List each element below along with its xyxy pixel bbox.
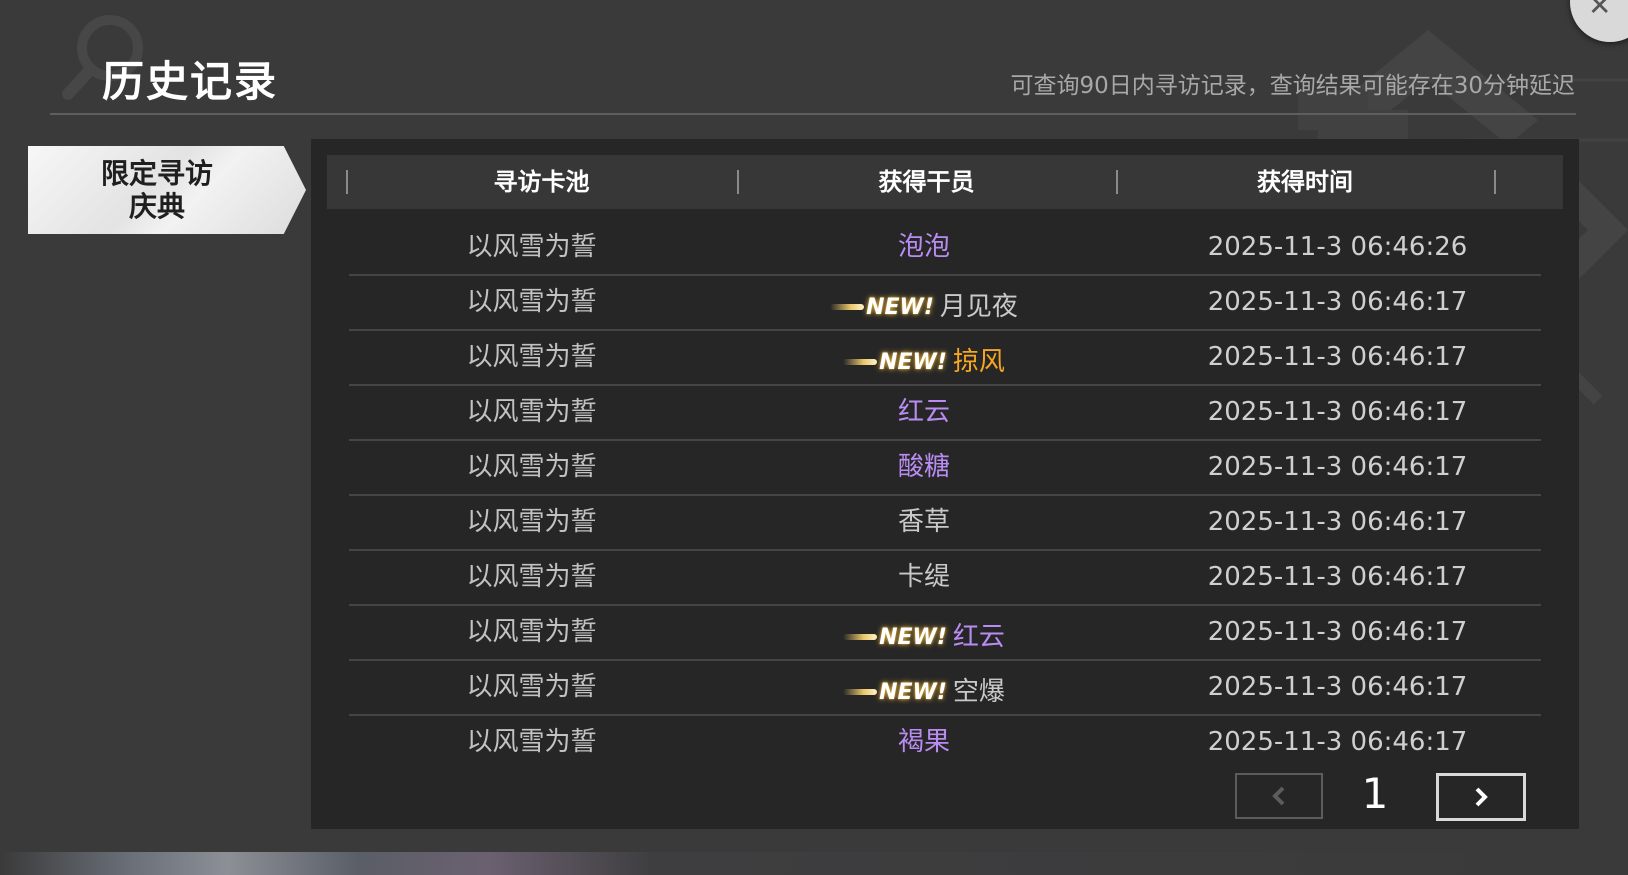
operator-content: 泡泡 [898,221,950,274]
operator-name: 红云 [897,397,950,427]
table-row: 以风雪为誓 NEW! 月见夜 2025-11-3 06:46:17 [349,276,1541,331]
operator-content: 香草 [898,496,950,549]
chevron-right-icon [1475,787,1488,807]
new-badge: NEW! [843,666,947,719]
next-page-button[interactable] [1436,773,1526,821]
pool-cell: 以风雪为誓 [466,617,597,647]
time-cell: 2025-11-3 06:46:17 [1207,507,1468,537]
new-badge-label: NEW! [879,624,947,650]
new-badge: NEW! [830,281,934,334]
operator-cell: 泡泡 [714,221,1134,274]
current-page-number: 1 [1361,769,1389,818]
operator-cell: NEW! 掠风 [714,331,1134,384]
page-title: 历史记录 [102,57,279,106]
operator-content: 红云 [898,386,950,439]
table-row: 以风雪为誓 红云 2025-11-3 06:46:17 [349,386,1541,441]
bottom-background-strip [0,852,1628,875]
new-badge-streak [843,689,878,695]
time-cell: 2025-11-3 06:46:17 [1207,287,1468,317]
pool-cell: 以风雪为誓 [466,507,597,537]
query-notice: 可查询90日内寻访记录，查询结果可能存在30分钟延迟 [1010,73,1575,99]
table-row: 以风雪为誓 卡缇 2025-11-3 06:46:17 [349,551,1541,606]
operator-name: 空爆 [952,676,1005,707]
close-icon: ✕ [1588,0,1612,22]
time-cell: 2025-11-3 06:46:17 [1207,562,1468,592]
pool-cell: 以风雪为誓 [466,287,597,317]
operator-name: 酸糖 [897,452,950,482]
sidebar-tab-label: 限定寻访 庆典 [100,157,213,223]
time-cell: 2025-11-3 06:46:17 [1207,617,1468,647]
pool-cell: 以风雪为誓 [466,562,597,592]
operator-content: NEW! 红云 [843,611,1005,664]
operator-cell: 褐果 [714,716,1134,769]
header-operator: 获得干员 [878,168,975,196]
pool-cell: 以风雪为誓 [466,727,597,757]
header-pool: 寻访卡池 [493,168,590,196]
operator-cell: 红云 [714,386,1134,439]
pool-cell: 以风雪为誓 [466,672,597,702]
pool-cell: 以风雪为誓 [466,452,597,482]
history-table-panel: 寻访卡池 获得干员 获得时间 以风雪为誓 泡泡 2025-11-3 06:46:26… [311,139,1579,829]
new-badge: NEW! [843,336,947,389]
operator-name: 泡泡 [897,232,950,262]
header-time: 获得时间 [1257,168,1353,196]
operator-cell: NEW! 月见夜 [714,276,1134,329]
prev-page-button[interactable] [1235,773,1323,819]
operator-cell: 卡缇 [714,551,1134,604]
operator-name: 红云 [952,621,1005,652]
history-rows: 以风雪为誓 泡泡 2025-11-3 06:46:26 以风雪为誓 NEW! 月见夜 202… [349,221,1541,769]
operator-name: 香草 [897,507,950,537]
operator-name: 月见夜 [939,291,1018,322]
sidebar-tab-limited-banner[interactable]: 限定寻访 庆典 [28,146,306,234]
new-badge-label: NEW! [866,294,934,320]
new-badge-streak [843,359,878,365]
operator-cell: NEW! 空爆 [714,661,1134,714]
new-badge-streak [830,304,865,310]
operator-name: 掠风 [952,346,1005,377]
table-row: 以风雪为誓 酸糖 2025-11-3 06:46:17 [349,441,1541,496]
table-row: 以风雪为誓 NEW! 红云 2025-11-3 06:46:17 [349,606,1541,661]
table-row: 以风雪为誓 香草 2025-11-3 06:46:17 [349,496,1541,551]
operator-cell: 香草 [714,496,1134,549]
table-row: 以风雪为誓 NEW! 空爆 2025-11-3 06:46:17 [349,661,1541,716]
pool-cell: 以风雪为誓 [466,397,597,427]
time-cell: 2025-11-3 06:46:17 [1207,727,1468,757]
time-cell: 2025-11-3 06:46:17 [1207,452,1468,482]
table-row: 以风雪为誓 NEW! 掠风 2025-11-3 06:46:17 [349,331,1541,386]
pool-cell: 以风雪为誓 [466,342,597,372]
operator-cell: NEW! 红云 [714,606,1134,659]
chevron-left-icon [1272,786,1285,806]
time-cell: 2025-11-3 06:46:17 [1207,342,1468,372]
new-badge-label: NEW! [879,349,947,375]
operator-content: 褐果 [898,716,950,769]
new-badge-streak [843,634,878,640]
operator-content: NEW! 掠风 [843,336,1005,389]
table-row: 以风雪为誓 褐果 2025-11-3 06:46:17 [349,716,1541,769]
operator-content: NEW! 空爆 [843,666,1005,719]
time-cell: 2025-11-3 06:46:26 [1207,232,1468,262]
operator-name: 褐果 [897,727,950,757]
time-cell: 2025-11-3 06:46:17 [1207,672,1468,702]
pool-cell: 以风雪为誓 [466,232,597,262]
new-badge: NEW! [843,611,947,664]
table-row: 以风雪为誓 泡泡 2025-11-3 06:46:26 [349,221,1541,276]
operator-name: 卡缇 [897,562,950,592]
operator-content: NEW! 月见夜 [830,281,1018,334]
pagination: 1 [1235,769,1570,821]
table-header: 寻访卡池 获得干员 获得时间 [327,155,1563,209]
operator-content: 酸糖 [898,441,950,494]
header-separator [1494,170,1496,194]
new-badge-label: NEW! [879,679,947,705]
operator-cell: 酸糖 [714,441,1134,494]
time-cell: 2025-11-3 06:46:17 [1207,397,1468,427]
title-divider [50,113,1576,115]
operator-content: 卡缇 [898,551,950,604]
